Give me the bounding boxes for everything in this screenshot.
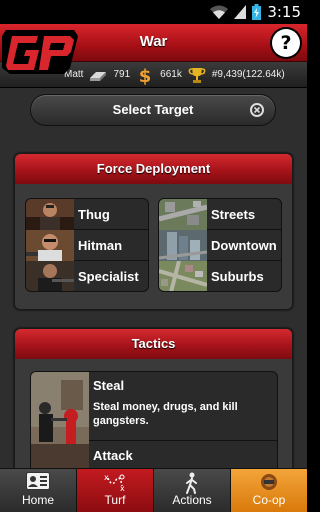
clock: 3:15 xyxy=(267,3,301,21)
tactic-list[interactable]: Steal Steal money, drugs, and kill gangs… xyxy=(30,371,278,468)
specialist-portrait-icon xyxy=(26,261,74,291)
area-option-downtown[interactable]: Downtown xyxy=(159,229,281,261)
tab-label: Actions xyxy=(172,493,212,507)
main-content[interactable]: Select Target Force Deployment Thug Hitm… xyxy=(0,88,307,468)
unit-label: Hitman xyxy=(78,237,123,253)
area-option-streets[interactable]: Streets xyxy=(159,199,281,230)
tactic-title[interactable]: Attack xyxy=(93,448,133,463)
home-id-card-icon xyxy=(26,472,50,490)
walking-person-icon xyxy=(186,472,197,494)
unit-label: Specialist xyxy=(78,269,139,284)
tab-turf[interactable]: x x Turf xyxy=(77,469,154,512)
hitman-portrait-icon xyxy=(26,229,74,261)
svg-text:$: $ xyxy=(139,66,152,85)
downtown-map-icon xyxy=(159,229,207,261)
turf-strategy-icon: x x xyxy=(104,473,125,492)
tab-home[interactable]: Home xyxy=(0,469,77,512)
tactic-divider xyxy=(89,440,277,441)
force-deployment-panel: Force Deployment Thug Hitman Specialist … xyxy=(14,153,293,310)
steal-tactic-image xyxy=(31,372,89,468)
tactic-title[interactable]: Steal xyxy=(93,378,124,393)
tactics-title: Tactics xyxy=(15,329,292,359)
unit-option-hitman[interactable]: Hitman xyxy=(26,229,148,261)
cash-count: 661k xyxy=(160,69,182,80)
tab-coop[interactable]: Co-op xyxy=(231,469,307,512)
wifi-icon xyxy=(210,5,229,19)
unit-selector: Thug Hitman Specialist xyxy=(25,198,149,292)
tab-label: Turf xyxy=(104,493,126,507)
tactic-description: Steal money, drugs, and kill gangsters. xyxy=(93,401,238,427)
svg-text:x: x xyxy=(104,473,109,482)
tactics-panel: Tactics Steal Steal money, drugs, and ki… xyxy=(14,328,293,468)
area-label: Downtown xyxy=(211,237,277,253)
unit-option-thug[interactable]: Thug xyxy=(26,199,148,230)
system-status-bar: 3:15 xyxy=(0,0,307,24)
trophy-icon xyxy=(188,67,206,83)
silver-count: 791 xyxy=(113,69,131,80)
tab-actions[interactable]: Actions xyxy=(154,469,231,512)
coop-emblem-icon xyxy=(261,474,277,490)
tab-label: Co-op xyxy=(252,493,286,507)
select-target-button[interactable]: Select Target xyxy=(30,94,276,126)
force-deployment-title: Force Deployment xyxy=(15,154,292,184)
rank-value: #9,439(122.64k) xyxy=(211,69,285,80)
help-button[interactable]: ? xyxy=(272,29,300,57)
unit-label: Thug xyxy=(78,206,110,222)
clear-target-icon[interactable] xyxy=(249,102,265,118)
gp-logo[interactable] xyxy=(0,22,84,80)
area-selector: Streets Downtown Suburbs xyxy=(158,198,282,292)
silver-ingot-icon xyxy=(90,71,107,81)
bottom-tab-bar: Home x x Turf Actions Co-op xyxy=(0,468,307,512)
area-label: Streets xyxy=(211,206,256,222)
unit-option-specialist[interactable]: Specialist xyxy=(26,261,148,291)
thug-portrait-icon xyxy=(26,199,74,230)
area-label: Suburbs xyxy=(211,269,264,284)
signal-icon xyxy=(234,5,247,19)
area-option-suburbs[interactable]: Suburbs xyxy=(159,261,281,291)
cash-icon: $ xyxy=(139,66,152,85)
select-target-label: Select Target xyxy=(112,102,194,117)
tab-label: Home xyxy=(21,493,54,507)
battery-charging-icon xyxy=(252,4,262,20)
streets-map-icon xyxy=(159,199,207,230)
suburbs-map-icon xyxy=(159,261,207,291)
